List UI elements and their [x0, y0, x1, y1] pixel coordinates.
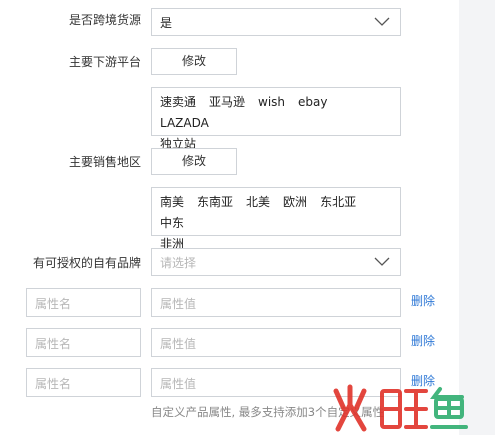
chevron-down-icon — [374, 257, 390, 266]
platform-tag: 亚马逊 — [209, 95, 246, 109]
watermark-logo — [333, 384, 468, 432]
platform-tag: 速卖通 — [160, 95, 197, 109]
attribute-value-placeholder: 属性值 — [160, 297, 197, 311]
platform-tag: wish — [258, 95, 286, 109]
brand-placeholder: 请选择 — [160, 256, 197, 270]
regions-label: 主要销售地区 — [68, 155, 141, 169]
attribute-value-input[interactable]: 属性值 — [151, 288, 401, 317]
cross-border-label: 是否跨境货源 — [68, 13, 141, 27]
region-tag: 北美 — [246, 195, 271, 209]
edit-platforms-button[interactable]: 修改 — [151, 48, 237, 75]
attribute-name-input[interactable]: 属性名 — [26, 328, 141, 357]
attribute-value-placeholder: 属性值 — [160, 377, 197, 391]
attribute-name-placeholder: 属性名 — [35, 337, 72, 351]
cross-border-select[interactable]: 是 — [151, 8, 401, 36]
delete-attribute-link[interactable]: 删除 — [411, 332, 435, 349]
region-tag: 南美 — [160, 195, 185, 209]
chevron-down-icon — [374, 17, 390, 26]
region-tag: 中东 — [160, 216, 185, 230]
region-tag: 欧洲 — [283, 195, 308, 209]
region-tag: 东北亚 — [320, 195, 357, 209]
attribute-value-placeholder: 属性值 — [160, 337, 197, 351]
regions-list: 南美 东南亚 北美 欧洲 东北亚中东 非洲 — [151, 187, 401, 251]
platform-tag: ebay — [298, 95, 328, 109]
edit-regions-button[interactable]: 修改 — [151, 148, 237, 175]
cross-border-value: 是 — [160, 16, 173, 30]
platforms-list: 速卖通 亚马逊 wish ebayLAZADA 独立站 — [151, 87, 401, 151]
attribute-name-placeholder: 属性名 — [35, 297, 72, 311]
attribute-name-input[interactable]: 属性名 — [26, 368, 141, 397]
attribute-value-input[interactable]: 属性值 — [151, 328, 401, 357]
platform-tag: LAZADA — [160, 116, 209, 130]
delete-attribute-link[interactable]: 删除 — [411, 292, 435, 309]
brand-label: 有可授权的自有品牌 — [32, 256, 141, 270]
attribute-name-input[interactable]: 属性名 — [26, 288, 141, 317]
attribute-name-placeholder: 属性名 — [35, 377, 72, 391]
platforms-label: 主要下游平台 — [68, 55, 141, 69]
region-tag: 东南亚 — [197, 195, 234, 209]
page-scroll-gutter — [459, 0, 495, 435]
brand-select[interactable]: 请选择 — [151, 248, 401, 276]
